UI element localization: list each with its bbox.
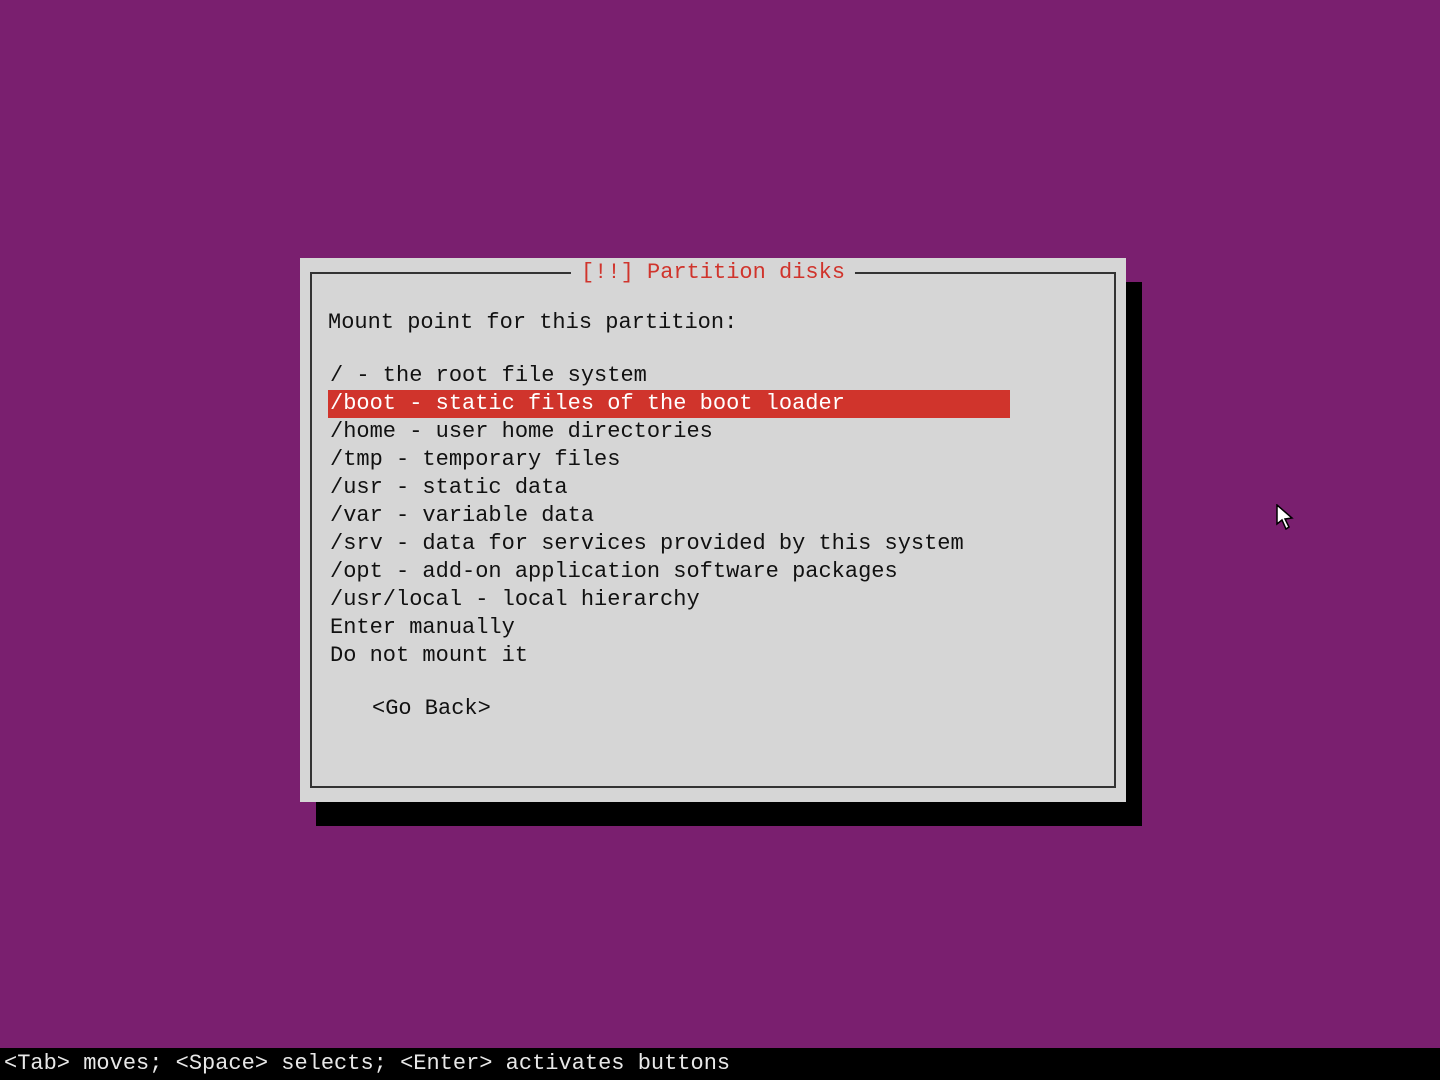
option-root[interactable]: / - the root file system <box>328 362 1010 390</box>
option-usr[interactable]: /usr - static data <box>328 474 1010 502</box>
mount-point-prompt: Mount point for this partition: <box>328 312 1098 334</box>
option-opt[interactable]: /opt - add-on application software packa… <box>328 558 1010 586</box>
partition-dialog: [!!] Partition disks Mount point for thi… <box>300 258 1126 802</box>
dialog-content: Mount point for this partition: / - the … <box>312 274 1114 736</box>
go-back-button[interactable]: <Go Back> <box>328 698 1098 720</box>
option-home[interactable]: /home - user home directories <box>328 418 1010 446</box>
dialog-border: [!!] Partition disks Mount point for thi… <box>310 272 1116 788</box>
mouse-cursor-icon <box>1276 504 1294 530</box>
option-do-not-mount[interactable]: Do not mount it <box>328 642 1010 670</box>
option-boot[interactable]: /boot - static files of the boot loader <box>328 390 1010 418</box>
dialog-title: [!!] Partition disks <box>571 262 855 284</box>
option-tmp[interactable]: /tmp - temporary files <box>328 446 1010 474</box>
option-srv[interactable]: /srv - data for services provided by thi… <box>328 530 1010 558</box>
status-bar: <Tab> moves; <Space> selects; <Enter> ac… <box>0 1048 1440 1080</box>
option-usr-local[interactable]: /usr/local - local hierarchy <box>328 586 1010 614</box>
mount-point-options: / - the root file system /boot - static … <box>328 362 1098 670</box>
option-enter-manually[interactable]: Enter manually <box>328 614 1010 642</box>
option-var[interactable]: /var - variable data <box>328 502 1010 530</box>
